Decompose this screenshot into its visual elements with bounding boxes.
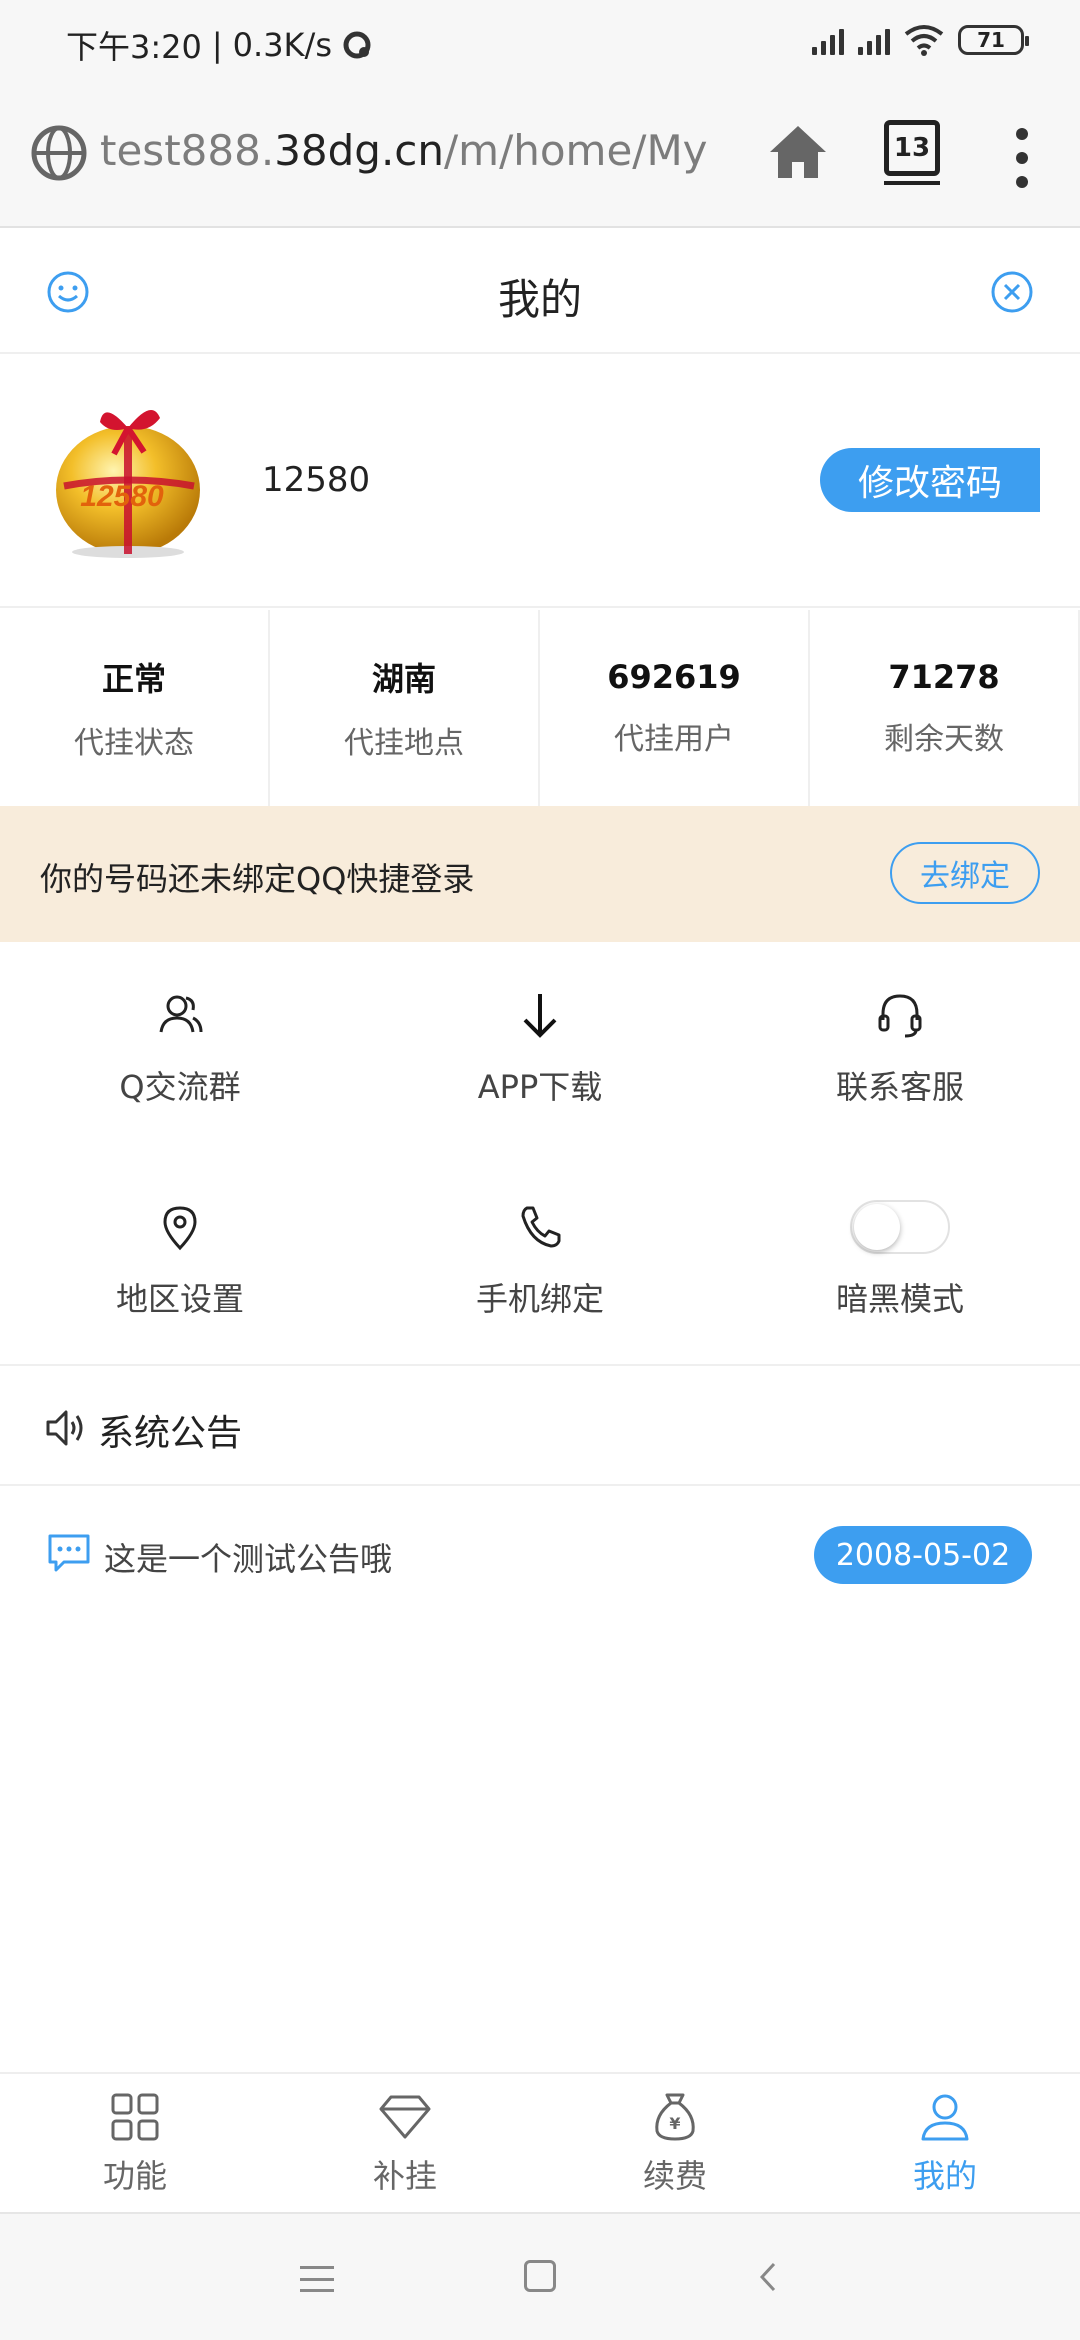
notice-text: 这是一个测试公告哦 bbox=[104, 1540, 393, 1578]
bind-banner-text: 你的号码还未绑定QQ快捷登录 bbox=[40, 860, 475, 898]
stat-value: 71278 bbox=[888, 658, 1000, 696]
username: 12580 bbox=[262, 460, 371, 500]
home-icon[interactable] bbox=[764, 118, 832, 186]
notice-title: 系统公告 bbox=[98, 1413, 243, 1454]
user-icon bbox=[921, 2094, 969, 2141]
home-square-icon[interactable] bbox=[524, 2260, 556, 2292]
grid-item-customer-service[interactable]: 联系客服 bbox=[720, 942, 1080, 1154]
grid-item-label: 暗黑模式 bbox=[835, 1280, 964, 1318]
address-bar[interactable]: test888.38dg.cn/m/home/My bbox=[100, 126, 708, 175]
notice-item[interactable]: 这是一个测试公告哦 2008-05-02 bbox=[0, 1488, 1080, 1618]
grid-item-qq-group[interactable]: Q交流群 bbox=[0, 942, 360, 1154]
grid-item-label: 手机绑定 bbox=[475, 1280, 604, 1318]
notice-date-badge: 2008-05-02 bbox=[814, 1526, 1032, 1584]
headset-icon bbox=[878, 994, 922, 1038]
stats-row: 正常 代挂状态 湖南 代挂地点 692619 代挂用户 71278 剩余天数 bbox=[0, 610, 1080, 806]
nav-item-features[interactable]: 功能 bbox=[0, 2074, 270, 2212]
dark-mode-toggle[interactable] bbox=[850, 1200, 950, 1254]
status-time: 下午3:20 bbox=[66, 28, 202, 66]
svg-text:12580: 12580 bbox=[80, 480, 164, 513]
stat-label: 代挂用户 bbox=[614, 722, 734, 757]
svg-text:¥: ¥ bbox=[669, 2114, 680, 2133]
url-host: 38dg.cn bbox=[274, 126, 445, 175]
tab-count: 13 bbox=[893, 133, 931, 163]
chat-bubble-icon bbox=[48, 1534, 90, 1572]
stat-value: 湖南 bbox=[371, 660, 436, 698]
phone-icon bbox=[521, 1206, 561, 1248]
status-separator: | bbox=[211, 26, 223, 64]
grid-icon bbox=[111, 2093, 159, 2141]
tabs-button[interactable]: 13 bbox=[884, 120, 940, 185]
browser-toolbar: test888.38dg.cn/m/home/My 13 bbox=[0, 88, 1080, 228]
stat-label: 代挂状态 bbox=[74, 726, 194, 761]
battery-level: 71 bbox=[977, 28, 1005, 52]
stat-remaining-days: 71278 剩余天数 bbox=[810, 610, 1080, 806]
grid-item-label: 联系客服 bbox=[835, 1068, 964, 1106]
battery-icon: 71 bbox=[958, 25, 1029, 55]
location-pin-icon bbox=[163, 1206, 197, 1251]
url-path: /m/home/My bbox=[444, 126, 708, 175]
grid-item-label: 地区设置 bbox=[115, 1280, 244, 1318]
page-header: 我的 bbox=[0, 230, 1080, 354]
users-icon bbox=[159, 995, 203, 1033]
stat-value: 正常 bbox=[101, 660, 166, 698]
nav-item-mine[interactable]: 我的 bbox=[810, 2074, 1080, 2212]
stat-proxy-status: 正常 代挂状态 bbox=[0, 610, 270, 806]
browser-app-icon bbox=[343, 31, 371, 59]
stat-label: 剩余天数 bbox=[884, 722, 1004, 757]
nav-label: 功能 bbox=[102, 2157, 167, 2195]
status-right: 71 bbox=[812, 24, 1029, 56]
status-bar: 下午3:20 | 0.3K/s 71 bbox=[0, 0, 1080, 88]
download-arrow-icon bbox=[523, 994, 557, 1038]
grid-item-app-download[interactable]: APP下载 bbox=[360, 942, 720, 1154]
nav-label: 我的 bbox=[912, 2157, 977, 2195]
change-password-button[interactable]: 修改密码 bbox=[820, 448, 1040, 512]
grid-item-label: APP下载 bbox=[477, 1068, 603, 1106]
more-menu-icon[interactable] bbox=[1010, 128, 1034, 188]
speaker-icon bbox=[46, 1410, 83, 1446]
notice-header: 系统公告 bbox=[0, 1368, 1080, 1486]
profile-card: 12580 12580 修改密码 bbox=[0, 356, 1080, 608]
status-left: 下午3:20 | 0.3K/s bbox=[66, 22, 372, 68]
system-nav-bar bbox=[0, 2212, 1080, 2340]
nav-item-supplement[interactable]: 补挂 bbox=[270, 2074, 540, 2212]
qq-bind-banner: 你的号码还未绑定QQ快捷登录 去绑定 bbox=[0, 806, 1080, 942]
recent-apps-icon[interactable] bbox=[300, 2266, 334, 2292]
stat-proxy-users: 692619 代挂用户 bbox=[540, 610, 810, 806]
status-net-speed: 0.3K/s bbox=[232, 26, 332, 64]
nav-label: 续费 bbox=[642, 2157, 707, 2195]
nav-label: 补挂 bbox=[372, 2157, 437, 2195]
signal-icon-2 bbox=[858, 25, 890, 55]
money-bag-icon: ¥ bbox=[655, 2093, 695, 2141]
grid-item-region-settings[interactable]: 地区设置 bbox=[0, 1154, 360, 1366]
close-icon[interactable] bbox=[990, 270, 1034, 314]
stat-value: 692619 bbox=[607, 658, 741, 696]
back-icon[interactable] bbox=[752, 2260, 786, 2294]
grid-item-label: Q交流群 bbox=[119, 1068, 241, 1106]
toggle-knob bbox=[854, 1204, 900, 1250]
function-grid: Q交流群 APP下载 联系客服 地区设置 手机绑定 暗黑模式 bbox=[0, 942, 1080, 1366]
globe-icon[interactable] bbox=[30, 124, 88, 182]
nav-item-renew[interactable]: ¥ 续费 bbox=[540, 2074, 810, 2212]
bottom-nav: 功能 补挂 ¥ 续费 我的 bbox=[0, 2072, 1080, 2212]
grid-item-phone-binding[interactable]: 手机绑定 bbox=[360, 1154, 720, 1366]
stat-label: 代挂地点 bbox=[344, 726, 464, 761]
wifi-icon bbox=[904, 25, 944, 56]
grid-item-dark-mode: 暗黑模式 bbox=[720, 1154, 1080, 1366]
avatar: 12580 bbox=[56, 410, 200, 558]
url-prefix: test888. bbox=[100, 126, 275, 175]
signal-icon bbox=[812, 25, 844, 55]
page-title: 我的 bbox=[497, 275, 582, 324]
stat-proxy-location: 湖南 代挂地点 bbox=[270, 610, 540, 806]
diamond-icon bbox=[379, 2095, 431, 2139]
bind-button[interactable]: 去绑定 bbox=[890, 842, 1040, 904]
